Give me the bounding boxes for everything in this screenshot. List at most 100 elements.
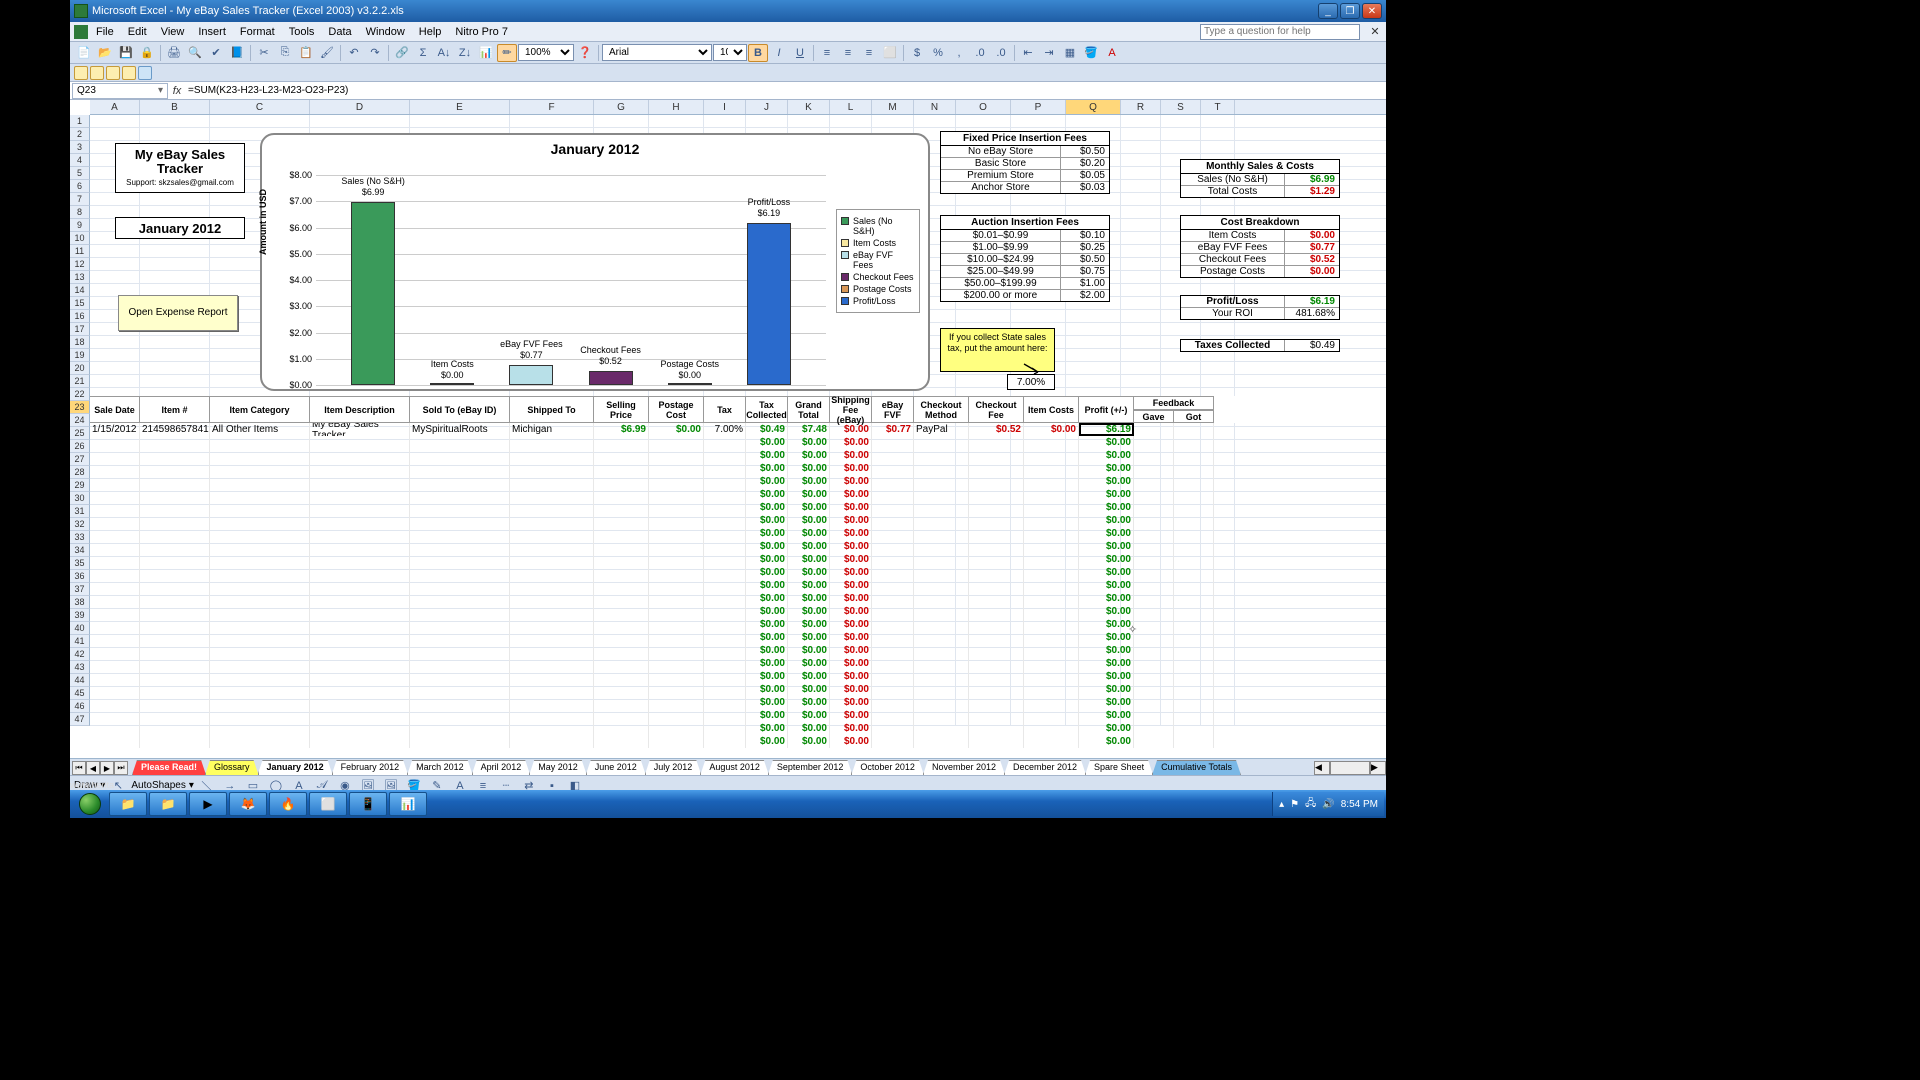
row-header[interactable]: 22 [70,388,90,401]
row-header[interactable]: 7 [70,193,90,206]
format-painter-icon[interactable]: 🖌 [317,44,337,62]
row-header[interactable]: 30 [70,492,90,505]
menu-file[interactable]: File [90,24,120,40]
row-header[interactable]: 14 [70,284,90,297]
row-header[interactable]: 26 [70,440,90,453]
tray-network-icon[interactable]: 🖧 [1305,796,1316,813]
row-header[interactable]: 5 [70,167,90,180]
tray-volume-icon[interactable]: 🔊 [1322,799,1334,810]
fontsize-select[interactable]: 10 [713,44,747,61]
tax-rate-cell[interactable]: 7.00% [1007,374,1055,390]
row-header[interactable]: 45 [70,687,90,700]
decrease-indent-icon[interactable]: ⇤ [1018,44,1038,62]
row-header[interactable]: 43 [70,661,90,674]
column-header[interactable]: K [788,100,830,114]
italic-button[interactable]: I [769,44,789,62]
row-header[interactable]: 15 [70,297,90,310]
row-header[interactable]: 47 [70,713,90,726]
column-header[interactable]: N [914,100,956,114]
sheet-tab[interactable]: February 2012 [332,760,409,775]
font-select[interactable]: Arial [602,44,712,61]
taskbar-item[interactable]: 🔥 [269,792,307,816]
sheet-tab[interactable]: Cumulative Totals [1152,760,1241,775]
tray-flag-icon[interactable]: ⚑ [1290,799,1299,810]
percent-icon[interactable]: % [928,44,948,62]
column-header[interactable]: I [704,100,746,114]
menu-tools[interactable]: Tools [283,24,321,40]
name-box[interactable]: Q23▾ [72,83,168,99]
row-header[interactable]: 20 [70,362,90,375]
row-header[interactable]: 19 [70,349,90,362]
minimize-button[interactable]: _ [1318,3,1338,19]
row-header[interactable]: 31 [70,505,90,518]
row-header[interactable]: 6 [70,180,90,193]
row-header[interactable]: 2 [70,128,90,141]
row-header[interactable]: 16 [70,310,90,323]
start-button[interactable] [72,791,108,817]
column-headers[interactable]: ABCDEFGHIJKLMNOPQRST [90,100,1386,115]
menu-edit[interactable]: Edit [122,24,153,40]
zoom-select[interactable]: 100% [518,44,574,61]
comma-icon[interactable]: , [949,44,969,62]
chart-bar[interactable] [509,365,553,385]
currency-icon[interactable]: $ [907,44,927,62]
column-header[interactable]: C [210,100,310,114]
custom-button-4[interactable] [122,66,136,80]
sheet-tabs[interactable]: ⏮ ◀ ▶ ⏭ Please Read!GlossaryJanuary 2012… [70,758,1386,775]
sheet-tab[interactable]: April 2012 [472,760,531,775]
sheet-tab[interactable]: May 2012 [529,760,587,775]
menu-help[interactable]: Help [413,24,448,40]
tab-last-button[interactable]: ⏭ [114,761,128,775]
align-right-icon[interactable]: ≡ [859,44,879,62]
column-header[interactable]: T [1201,100,1235,114]
fx-icon[interactable]: fx [170,85,184,97]
chart-bar[interactable] [668,383,712,385]
close-button[interactable]: ✕ [1362,3,1382,19]
row-header[interactable]: 41 [70,635,90,648]
borders-icon[interactable]: ▦ [1060,44,1080,62]
open-expense-report-button[interactable]: Open Expense Report [118,295,238,331]
help-icon[interactable]: ❓ [575,44,595,62]
save-icon[interactable]: 💾 [116,44,136,62]
menu-format[interactable]: Format [234,24,281,40]
bold-button[interactable]: B [748,44,768,62]
paste-icon[interactable]: 📋 [296,44,316,62]
column-header[interactable]: A [90,100,140,114]
row-header[interactable]: 23 [70,401,90,414]
row-header[interactable]: 21 [70,375,90,388]
row-header[interactable]: 17 [70,323,90,336]
tray-chevron-icon[interactable]: ▴ [1279,799,1284,810]
row-header[interactable]: 1 [70,115,90,128]
merge-icon[interactable]: ⬜ [880,44,900,62]
increase-indent-icon[interactable]: ⇥ [1039,44,1059,62]
decrease-decimal-icon[interactable]: .0 [991,44,1011,62]
row-header[interactable]: 29 [70,479,90,492]
row-header[interactable]: 8 [70,206,90,219]
column-header[interactable]: S [1161,100,1201,114]
taskbar-item[interactable]: 📱 [349,792,387,816]
row-header[interactable]: 35 [70,557,90,570]
column-header[interactable]: Q [1066,100,1121,114]
hscroll-left-button[interactable]: ◀ [1314,761,1330,775]
sheet-tab[interactable]: Spare Sheet [1085,760,1153,775]
sort-asc-icon[interactable]: A↓ [434,44,454,62]
column-header[interactable]: H [649,100,704,114]
row-header[interactable]: 4 [70,154,90,167]
chart-bar[interactable] [430,383,474,385]
row-header[interactable]: 27 [70,453,90,466]
row-header[interactable]: 38 [70,596,90,609]
row-header[interactable]: 11 [70,245,90,258]
drawing-toggle-icon[interactable]: ✏ [497,44,517,62]
chart-bar[interactable] [747,223,791,385]
column-header[interactable]: F [510,100,594,114]
row-header[interactable]: 39 [70,609,90,622]
tab-next-button[interactable]: ▶ [100,761,114,775]
row-header[interactable]: 28 [70,466,90,479]
sheet-tab[interactable]: September 2012 [768,760,853,775]
copy-icon[interactable]: ⎘ [275,44,295,62]
column-header[interactable]: L [830,100,872,114]
taskbar-item[interactable]: ▶ [189,792,227,816]
permission-icon[interactable]: 🔒 [137,44,157,62]
chart-wizard-icon[interactable]: 📊 [476,44,496,62]
column-header[interactable]: O [956,100,1011,114]
